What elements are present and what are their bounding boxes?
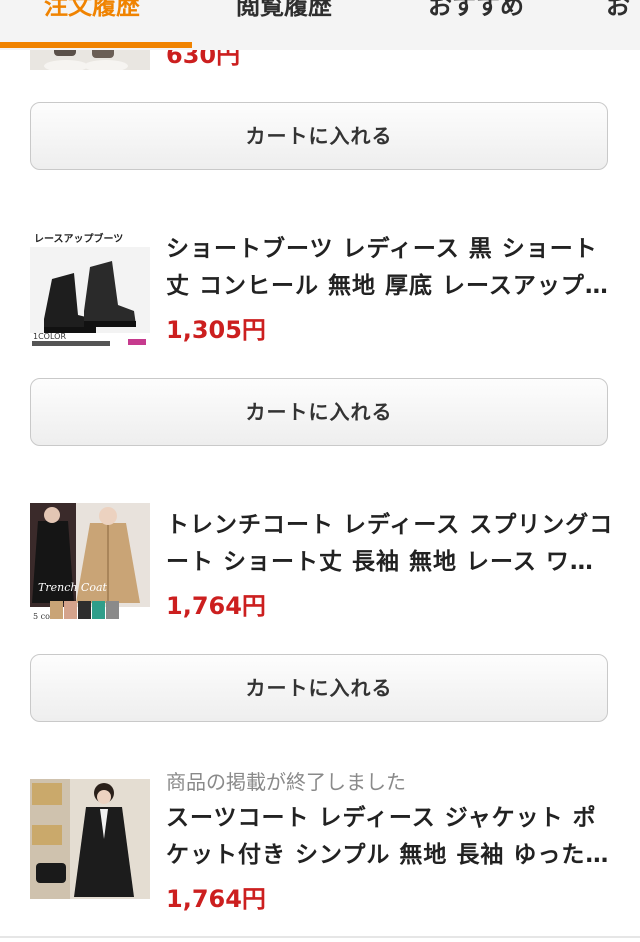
- product-price: 1,305円: [166, 316, 266, 344]
- boots-image: レースアップブーツ 1COLOR: [30, 227, 150, 347]
- tab-browsing-history[interactable]: 閲覧履歴: [236, 0, 332, 26]
- thumb-color-label: 1COLOR: [33, 332, 66, 341]
- tab-recommended[interactable]: おすすめ: [428, 0, 524, 26]
- product-title-line[interactable]: ケット付き シンプル 無地 長袖 ゆった…: [166, 837, 616, 874]
- listing-ended-notice: 商品の掲載が終了しました: [166, 770, 406, 794]
- product-price: 1,764円: [166, 885, 266, 913]
- product-title-line[interactable]: 丈 コンヒール 無地 厚底 レースアップ…: [166, 268, 616, 305]
- product-title-line[interactable]: トレンチコート レディース スプリングコ: [166, 507, 616, 544]
- active-tab-indicator: [0, 42, 192, 48]
- trench-coat-image: Trench Coat 5 color: [30, 503, 150, 623]
- add-to-cart-button[interactable]: カートに入れる: [30, 378, 608, 446]
- tab-bar: 注文履歴 閲覧履歴 おすすめ お: [0, 0, 640, 50]
- tab-order-history[interactable]: 注文履歴: [44, 0, 140, 26]
- product-title-line[interactable]: スーツコート レディース ジャケット ポ: [166, 800, 616, 837]
- divider: [0, 936, 640, 938]
- suit-coat-image: [30, 779, 150, 899]
- order-history-screen: 注文履歴 閲覧履歴 おすすめ お 630円 カートに入れる レースアップブーツ: [0, 0, 640, 942]
- product-thumbnail[interactable]: [30, 779, 150, 899]
- product-thumbnail[interactable]: レースアップブーツ 1COLOR: [30, 227, 150, 347]
- product-title-line[interactable]: ショートブーツ レディース 黒 ショート: [166, 231, 616, 268]
- thumb-caption: レースアップブーツ: [34, 232, 123, 245]
- product-thumbnail[interactable]: Trench Coat 5 color: [30, 503, 150, 623]
- thumb-caption: Trench Coat: [38, 581, 108, 594]
- tab-more[interactable]: お: [606, 0, 630, 26]
- add-to-cart-button[interactable]: カートに入れる: [30, 102, 608, 170]
- product-title-line[interactable]: ート ショート丈 長袖 無地 レース ワン…: [166, 544, 616, 581]
- product-price: 1,764円: [166, 592, 266, 620]
- add-to-cart-button[interactable]: カートに入れる: [30, 654, 608, 722]
